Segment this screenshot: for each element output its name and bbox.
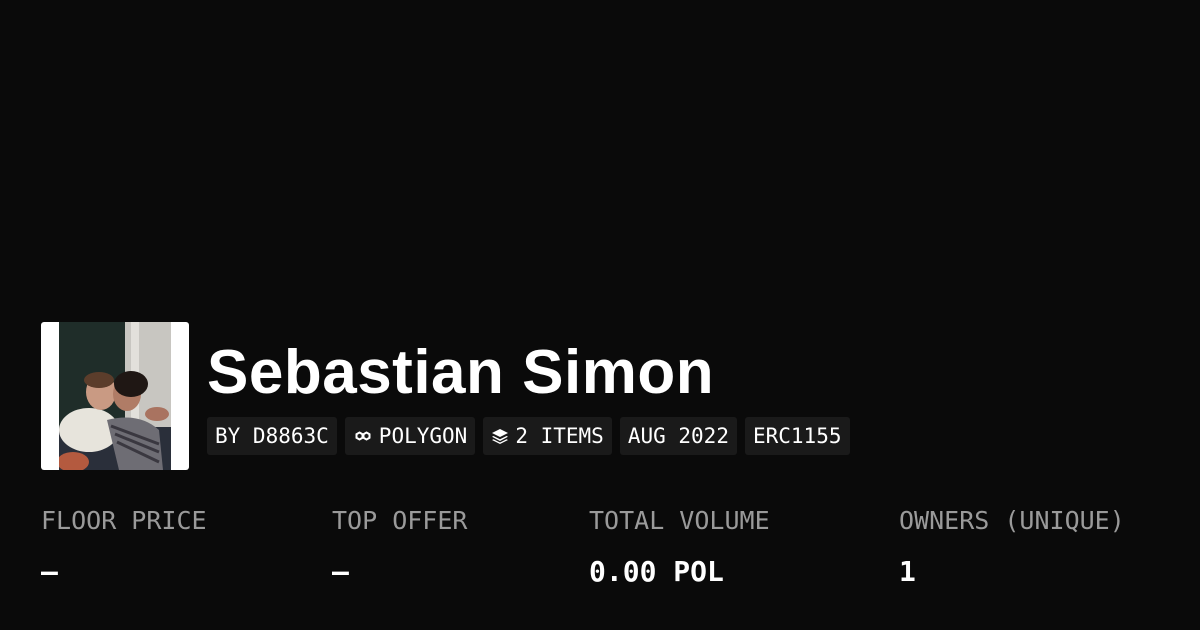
layers-icon (491, 427, 509, 445)
collection-photo (59, 322, 171, 470)
chain-tag[interactable]: POLYGON (344, 417, 476, 455)
stat-label: FLOOR PRICE (41, 506, 207, 535)
collection-stats: FLOOR PRICE – TOP OFFER – TOTAL VOLUME 0… (0, 503, 1200, 613)
creator-tag-label: BY D8863C (215, 424, 329, 448)
stat-total-volume: TOTAL VOLUME 0.00 POL (589, 503, 770, 592)
stat-value: – (332, 555, 349, 588)
collection-thumbnail[interactable] (41, 322, 189, 470)
stat-value: 0.00 POL (589, 555, 724, 588)
items-tag[interactable]: 2 ITEMS (483, 417, 612, 455)
date-tag-label: AUG 2022 (627, 424, 729, 448)
stat-value: – (41, 555, 58, 588)
creator-tag[interactable]: BY D8863C (207, 417, 337, 455)
stat-label: TOTAL VOLUME (589, 506, 770, 535)
collection-header: Sebastian Simon BY D8863C POLYGON 2 ITEM… (41, 322, 850, 470)
standard-tag: ERC1155 (744, 417, 850, 455)
date-tag: AUG 2022 (619, 417, 737, 455)
items-tag-label: 2 ITEMS (515, 424, 604, 448)
chain-tag-label: POLYGON (378, 424, 468, 448)
standard-tag-label: ERC1155 (752, 424, 842, 448)
stat-owners: OWNERS (UNIQUE) 1 (899, 503, 1125, 592)
stat-top-offer: TOP OFFER – (332, 503, 467, 592)
collection-title: Sebastian Simon (207, 338, 715, 407)
stat-floor-price: FLOOR PRICE – (41, 503, 207, 592)
collection-tags: BY D8863C POLYGON 2 ITEMS AUG 2022 ERC11… (207, 417, 850, 455)
stat-value: 1 (899, 555, 916, 588)
polygon-icon (353, 427, 373, 445)
stat-label: OWNERS (UNIQUE) (899, 506, 1125, 535)
stat-label: TOP OFFER (332, 506, 468, 535)
